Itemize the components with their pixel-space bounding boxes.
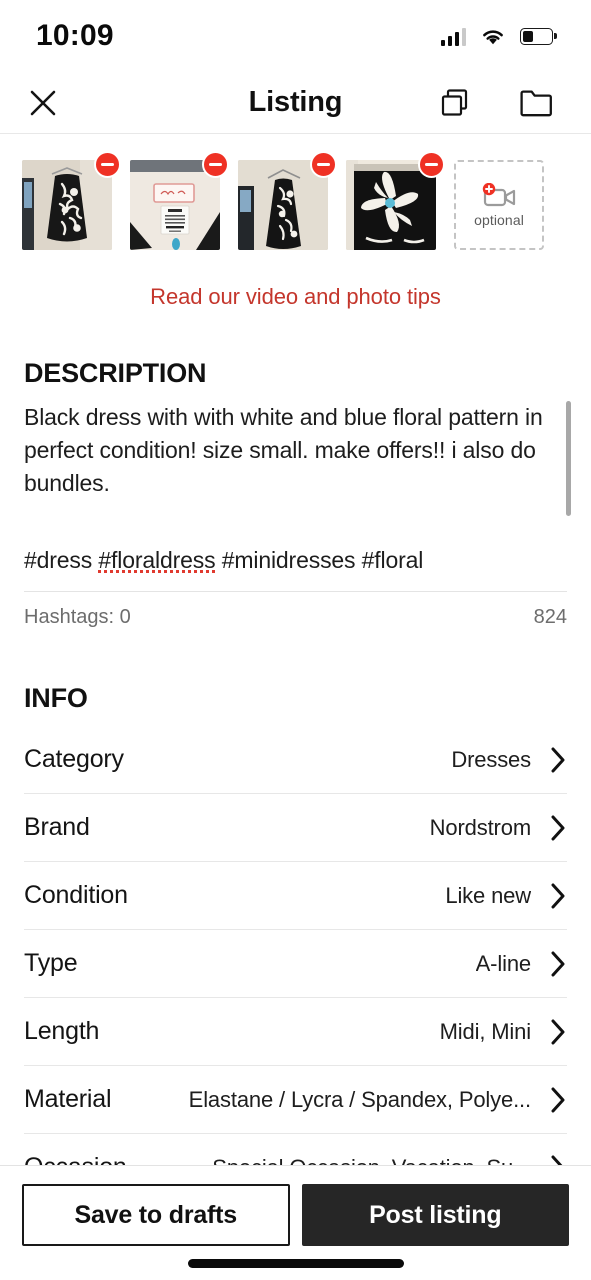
info-value: Elastane / Lycra / Spandex, Polye... <box>188 1086 531 1112</box>
info-label: Length <box>24 1017 100 1045</box>
chevron-right-icon <box>549 882 567 910</box>
hashtag-count: Hashtags: 0 <box>24 606 131 628</box>
photo-tips-link[interactable]: Read our video and photo tips <box>0 284 591 310</box>
info-row-condition[interactable]: Condition Like new <box>24 862 567 930</box>
add-video-slot[interactable]: optional <box>454 160 544 250</box>
photo-thumbnail[interactable] <box>346 151 445 250</box>
info-list: Category Dresses Brand Nordstrom Conditi… <box>24 726 567 1165</box>
save-to-drafts-button[interactable]: Save to drafts <box>22 1184 290 1246</box>
chevron-right-icon <box>549 746 567 774</box>
chevron-right-icon <box>549 1154 567 1165</box>
info-label: Brand <box>24 813 90 841</box>
battery-icon <box>520 27 553 45</box>
info-heading: INFO <box>24 683 88 713</box>
photo-thumbnail[interactable] <box>130 151 229 250</box>
info-value: Midi, Mini <box>439 1018 531 1044</box>
hashtag-text-after: #minidresses #floral <box>215 547 424 573</box>
close-icon[interactable] <box>24 84 62 122</box>
action-bar: Save to drafts Post listing <box>0 1165 591 1280</box>
chevron-right-icon <box>549 1018 567 1046</box>
add-video-icon <box>479 182 519 209</box>
info-row-length[interactable]: Length Midi, Mini <box>24 998 567 1066</box>
info-value: Nordstrom <box>429 814 531 840</box>
info-value: Like new <box>445 882 531 908</box>
status-time: 10:09 <box>36 19 114 52</box>
info-label: Condition <box>24 881 128 909</box>
description-scrollbar[interactable] <box>566 401 571 516</box>
info-value: Dresses <box>451 746 531 772</box>
remove-minus-icon[interactable] <box>94 151 121 178</box>
cellular-signal-icon <box>440 26 466 46</box>
description-body: Black dress with with white and blue flo… <box>24 404 549 496</box>
photo-strip: optional <box>0 134 591 250</box>
listing-screen: 10:09 Listing optional Read our video an… <box>0 0 591 1280</box>
info-value: Special Occasion, Vacation, Su... <box>212 1155 531 1166</box>
remove-minus-icon[interactable] <box>310 151 337 178</box>
info-label: Material <box>24 1085 112 1113</box>
remove-minus-icon[interactable] <box>418 151 445 178</box>
status-bar: 10:09 <box>0 0 591 72</box>
chevron-right-icon <box>549 814 567 842</box>
chevron-right-icon <box>549 950 567 978</box>
info-section: INFO Category Dresses Brand Nordstrom Co… <box>0 639 591 1165</box>
character-counter: 824 <box>533 606 567 628</box>
hashtag-misspelled: #floraldress <box>98 547 216 573</box>
home-indicator <box>187 1258 404 1268</box>
photo-thumbnail[interactable] <box>22 151 121 250</box>
info-row-brand[interactable]: Brand Nordstrom <box>24 794 567 862</box>
chevron-right-icon <box>549 1086 567 1114</box>
wifi-icon <box>483 29 503 44</box>
remove-minus-icon[interactable] <box>202 151 229 178</box>
nav-bar: Listing <box>0 72 591 134</box>
info-row-category[interactable]: Category Dresses <box>24 726 567 794</box>
post-listing-button[interactable]: Post listing <box>301 1184 569 1246</box>
description-meta-row: Hashtags: 0 824 <box>24 591 567 639</box>
info-label: Category <box>24 745 124 773</box>
info-row-type[interactable]: Type A-line <box>24 930 567 998</box>
info-label: Occasion <box>24 1153 127 1165</box>
info-row-material[interactable]: Material Elastane / Lycra / Spandex, Pol… <box>24 1066 567 1134</box>
description-textarea[interactable]: Black dress with with white and blue flo… <box>24 401 571 577</box>
home-indicator-area <box>22 1246 569 1280</box>
hashtag-text-before: #dress <box>24 547 99 573</box>
info-label: Type <box>24 949 78 977</box>
duplicate-icon[interactable] <box>435 83 475 123</box>
folder-icon[interactable] <box>515 84 557 122</box>
video-optional-label: optional <box>474 211 524 228</box>
status-indicators <box>440 26 553 46</box>
info-row-occasion[interactable]: Occasion Special Occasion, Vacation, Su.… <box>24 1134 567 1165</box>
info-value: A-line <box>475 950 531 976</box>
listing-form-body: optional Read our video and photo tips D… <box>0 134 591 1165</box>
description-section: DESCRIPTION Black dress with with white … <box>0 314 591 639</box>
photo-thumbnail[interactable] <box>238 151 337 250</box>
description-hashtags: #dress #floraldress #minidresses #floral <box>24 544 553 577</box>
description-heading: DESCRIPTION <box>24 358 207 388</box>
